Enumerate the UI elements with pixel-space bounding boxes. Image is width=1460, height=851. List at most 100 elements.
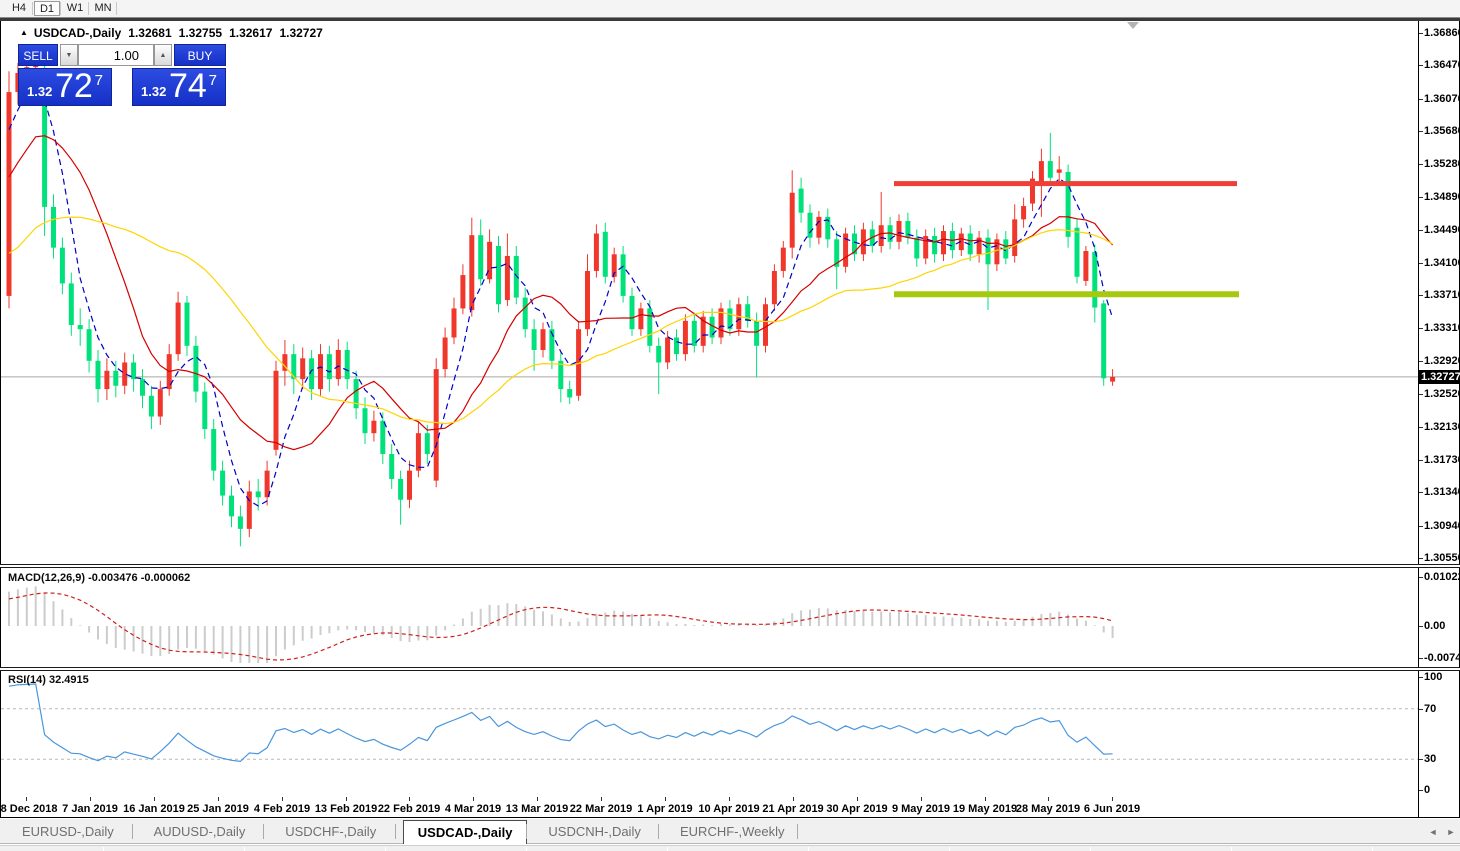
candle-body xyxy=(1092,252,1097,308)
candle-body xyxy=(674,338,679,355)
candle-body xyxy=(505,256,510,300)
price-axis-label: 1.31340 xyxy=(1424,486,1460,498)
timeframe-button-mn[interactable]: MN xyxy=(90,1,116,16)
candle-body xyxy=(808,213,813,238)
price-axis-label: 1.34490 xyxy=(1424,224,1460,236)
sell-button[interactable]: SELL xyxy=(18,44,58,66)
candle-body xyxy=(363,408,368,433)
status-bar-separator xyxy=(1090,847,1091,851)
chart-tab-eurchf-weekly[interactable]: EURCHF-,Weekly xyxy=(666,820,799,844)
candle-body xyxy=(238,516,243,528)
price-axis-label: 1.31730 xyxy=(1424,454,1460,466)
macd-value-main: -0.003476 xyxy=(88,572,138,584)
rsi-axis-label: 0 xyxy=(1424,784,1430,796)
candle-body xyxy=(96,361,101,389)
candle-body xyxy=(799,189,804,213)
date-axis-tick xyxy=(282,797,283,801)
volume-increase-button[interactable]: ▲ xyxy=(154,44,172,66)
tab-scroll-left-button[interactable]: ◄ xyxy=(1425,824,1441,840)
chart-tab-eurusd-daily[interactable]: EURUSD-,Daily xyxy=(8,820,128,844)
price-axis-tick xyxy=(1419,99,1423,100)
timeframe-button-w1[interactable]: W1 xyxy=(62,1,88,16)
macd-axis-label: 0.00 xyxy=(1424,620,1445,632)
macd-signal-line xyxy=(9,593,1113,660)
support-line[interactable] xyxy=(894,291,1239,297)
candle-body xyxy=(69,283,74,325)
date-axis-tick xyxy=(154,797,155,801)
date-axis-label: 7 Jan 2019 xyxy=(62,803,118,815)
status-bar xyxy=(0,845,1460,851)
price-axis-tick xyxy=(1419,230,1423,231)
tab-separator xyxy=(263,824,264,839)
macd-axis-label: 0.010229 xyxy=(1424,571,1460,583)
candle-body xyxy=(647,308,652,345)
candle-body xyxy=(158,389,163,416)
status-bar-separator xyxy=(949,847,950,851)
ask-prefix: 1.32 xyxy=(141,84,166,99)
price-axis-label: 1.36470 xyxy=(1424,59,1460,71)
date-axis-tick xyxy=(26,797,27,801)
rsi-line xyxy=(9,684,1113,761)
candle-body xyxy=(772,271,777,304)
date-axis-tick xyxy=(346,797,347,801)
price-axis-border xyxy=(1418,21,1419,817)
candle-body xyxy=(1083,251,1088,281)
volume-input[interactable] xyxy=(78,44,154,66)
macd-axis-label: -0.007472 xyxy=(1424,652,1460,664)
candle-body xyxy=(594,234,599,271)
candle-body xyxy=(176,303,181,355)
chart-tab-usdcnh-daily[interactable]: USDCNH-,Daily xyxy=(534,820,654,844)
quote-close: 1.32727 xyxy=(279,26,322,40)
timeframe-button-d1[interactable]: D1 xyxy=(34,1,60,16)
candle-body xyxy=(638,308,643,329)
candle-body xyxy=(256,491,261,497)
chart-tab-usdcad-daily[interactable]: USDCAD-,Daily xyxy=(403,820,528,844)
macd-axis-tick xyxy=(1419,577,1423,578)
price-axis-tick xyxy=(1419,197,1423,198)
price-axis-label: 1.30550 xyxy=(1424,552,1460,564)
candle-body xyxy=(879,225,884,246)
candle-body xyxy=(585,271,590,329)
candle-body xyxy=(220,471,225,496)
status-bar-separator xyxy=(103,847,104,851)
price-axis-tick xyxy=(1419,164,1423,165)
candle-body xyxy=(113,371,118,386)
status-bar-separator xyxy=(667,847,668,851)
candle-body xyxy=(656,346,661,363)
date-axis-tick xyxy=(537,797,538,801)
resistance-line[interactable] xyxy=(894,181,1237,186)
macd-label: MACD(12,26,9) -0.003476 -0.000062 xyxy=(8,572,190,584)
collapse-arrow-icon[interactable]: ▲ xyxy=(20,28,28,37)
chart-shift-marker-icon[interactable] xyxy=(1127,22,1139,29)
buy-button[interactable]: BUY xyxy=(174,44,226,66)
volume-decrease-button[interactable]: ▼ xyxy=(60,44,78,66)
price-axis-label: 1.36860 xyxy=(1424,27,1460,39)
tab-separator xyxy=(526,824,527,839)
chart-tab-usdchf-daily[interactable]: USDCHF-,Daily xyxy=(271,820,390,844)
chart-tab-audusd-daily[interactable]: AUDUSD-,Daily xyxy=(140,820,260,844)
current-price-tag: 1.32727 xyxy=(1419,370,1460,384)
candle-body xyxy=(380,421,385,454)
date-axis-label: 6 Jun 2019 xyxy=(1084,803,1140,815)
macd-pane[interactable] xyxy=(1,569,1418,666)
rsi-pane[interactable] xyxy=(1,671,1418,797)
candle-body xyxy=(665,338,670,363)
toolbar-separator xyxy=(116,2,117,15)
date-axis-tick xyxy=(665,797,666,801)
tab-scroll-right-button[interactable]: ► xyxy=(1443,824,1459,840)
bid-price-box[interactable]: 1.32 72 7 xyxy=(18,68,112,106)
rsi-axis-label: 30 xyxy=(1424,753,1436,765)
rsi-axis-label: 70 xyxy=(1424,703,1436,715)
ask-price-box[interactable]: 1.32 74 7 xyxy=(132,68,226,106)
candle-body xyxy=(763,304,768,346)
price-axis-label: 1.33710 xyxy=(1424,289,1460,301)
candle-body xyxy=(1075,228,1080,277)
timeframe-button-h4[interactable]: H4 xyxy=(6,1,32,16)
pane-separator-macd[interactable] xyxy=(0,564,1460,568)
candle-body xyxy=(621,254,626,296)
candle-body xyxy=(327,354,332,379)
candle-body xyxy=(478,235,483,279)
candle-body xyxy=(389,454,394,479)
candle-body xyxy=(345,350,350,379)
price-axis-label: 1.32520 xyxy=(1424,388,1460,400)
